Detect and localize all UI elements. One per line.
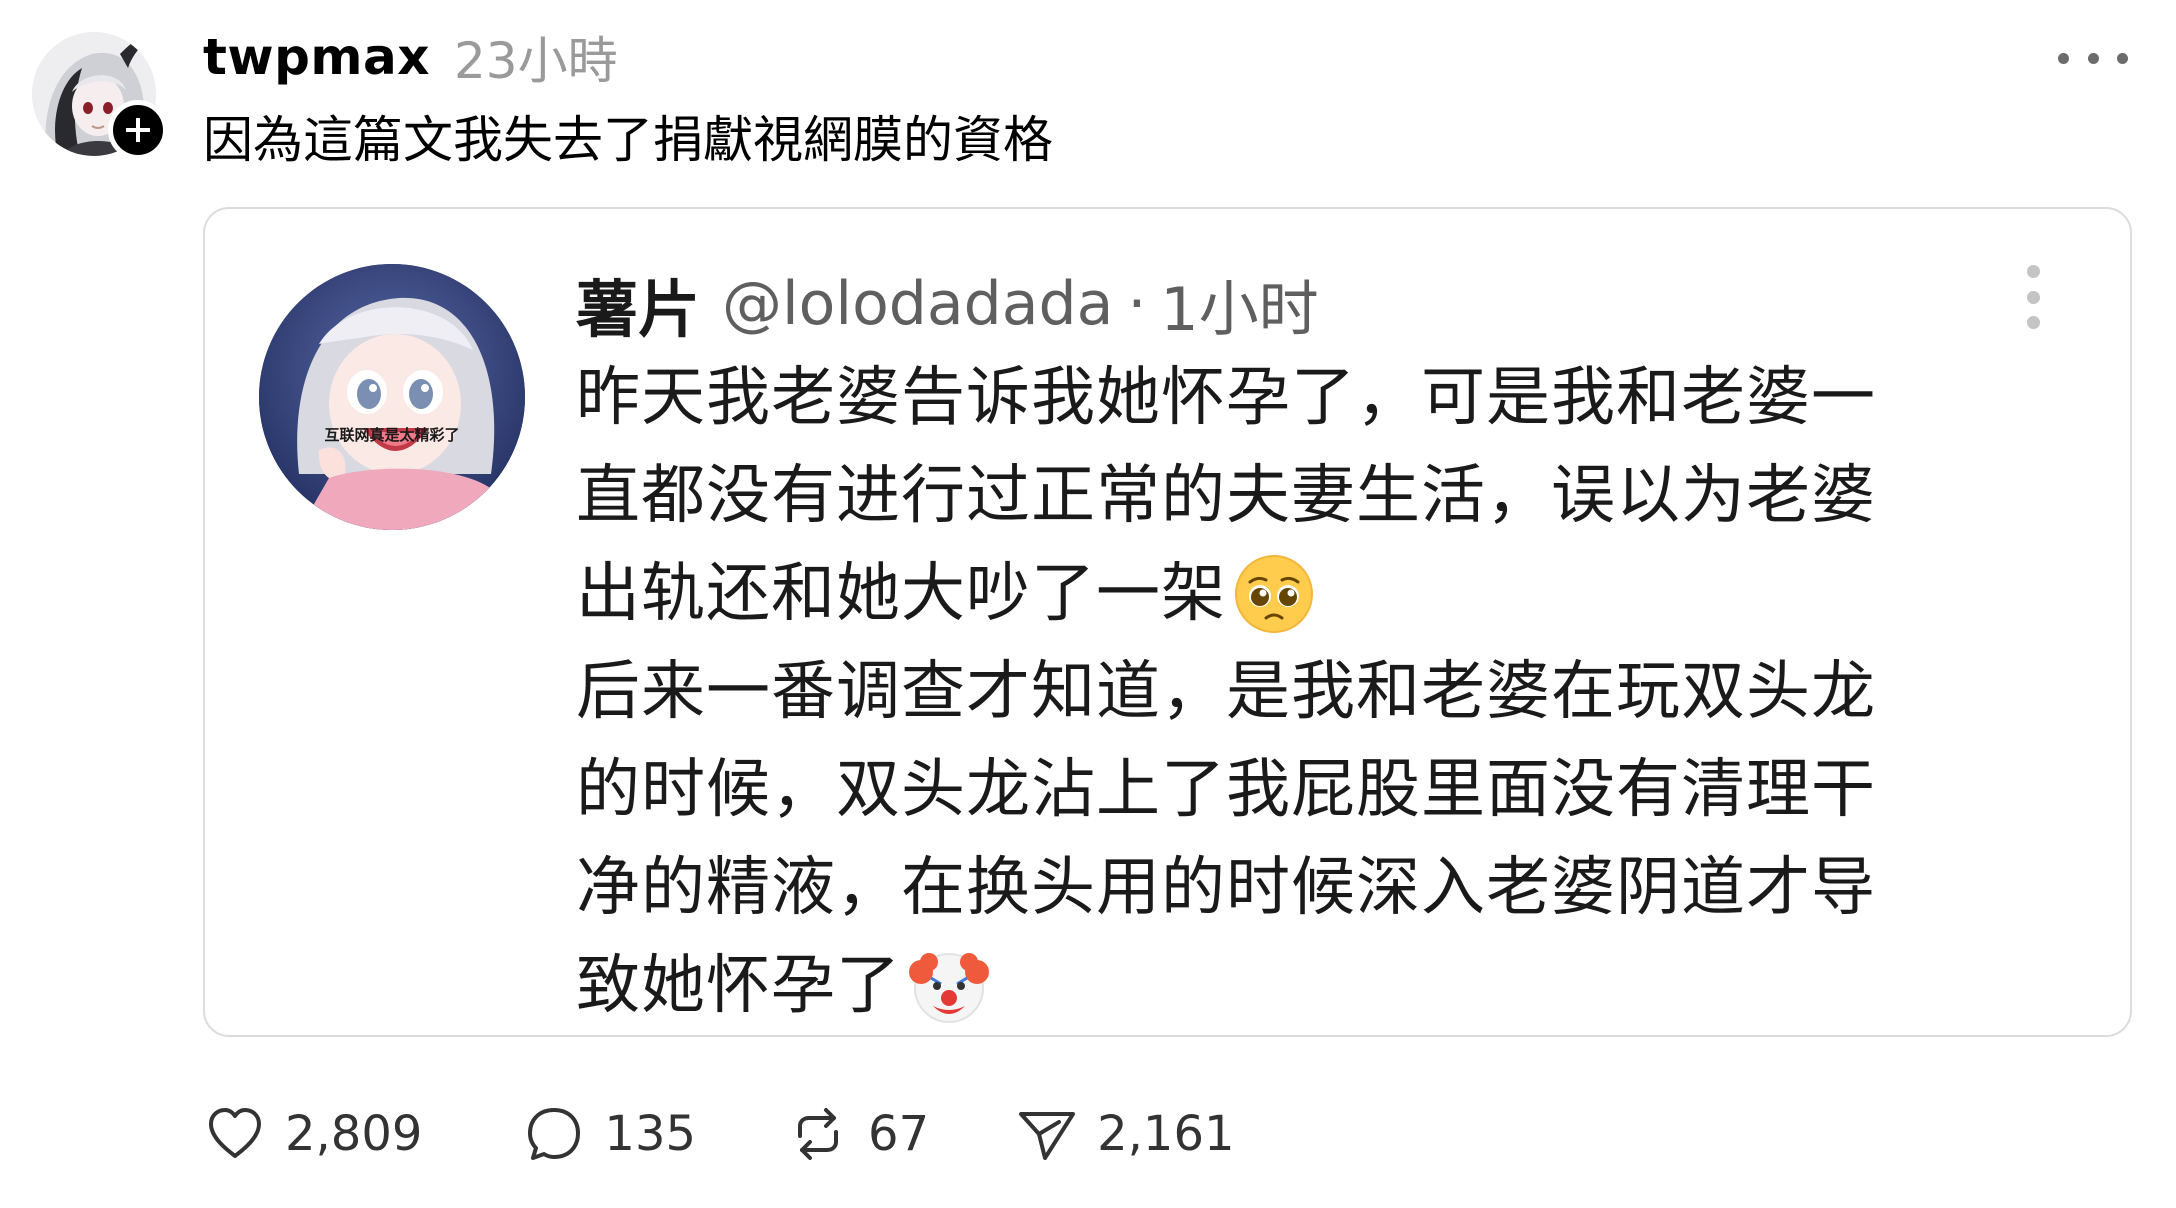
embed-line-with-emoji: 致她怀孕了 <box>576 937 2056 1035</box>
embed-avatar-image: 互联网真是太精彩了 <box>259 264 525 530</box>
speech-bubble-icon <box>528 1108 581 1160</box>
repost-button[interactable]: 67 <box>786 1102 929 1166</box>
vertical-ellipsis-icon-dot <box>2026 290 2040 304</box>
share-button[interactable]: 2,161 <box>1015 1102 1235 1166</box>
post-header: twpmax 23小時 <box>203 22 618 92</box>
plus-icon <box>126 118 150 142</box>
like-count: 2,809 <box>285 1106 423 1162</box>
embed-line: 净的精液，在换头用的时候深入老婆阴道才导 <box>576 851 1876 925</box>
vertical-ellipsis-icon <box>2026 265 2040 278</box>
repost-count: 67 <box>868 1106 930 1162</box>
embed-line-with-emoji: 出轨还和她大吵了一架 <box>576 545 2056 643</box>
follow-button[interactable] <box>108 100 168 160</box>
repost-arrows-icon <box>798 1108 839 1160</box>
reply-button[interactable]: 135 <box>522 1102 696 1166</box>
embed-line: 昨天我老婆告诉我她怀孕了，可是我和老婆一 <box>576 361 1876 435</box>
embed-avatar-caption: 互联网真是太精彩了 <box>324 426 459 444</box>
vertical-ellipsis-icon-dot <box>2026 316 2040 329</box>
embed-line-text: 致她怀孕了 <box>576 949 901 1023</box>
user-avatar-container[interactable] <box>32 32 168 160</box>
ellipsis-icon <box>2058 52 2069 64</box>
pleading-face-emoji <box>1235 555 1313 633</box>
more-options-button[interactable] <box>2058 38 2128 78</box>
share-count: 2,161 <box>1097 1106 1235 1162</box>
embed-line-text: 出轨还和她大吵了一架 <box>576 557 1226 631</box>
embed-separator: · <box>1127 269 1147 339</box>
embed-time: 1小时 <box>1160 274 1319 345</box>
like-button[interactable]: 2,809 <box>203 1102 422 1166</box>
ellipsis-icon-dot <box>2117 52 2128 64</box>
embed-line: 直都没有进行过正常的夫妻生活，误以为老婆 <box>576 459 1876 533</box>
reply-count: 135 <box>604 1106 697 1162</box>
ellipsis-icon-dot <box>2087 52 2099 64</box>
embed-author-handle: @lolodadada <box>722 269 1114 339</box>
embed-author-name: 薯片 <box>576 273 701 346</box>
post-timestamp[interactable]: 23小時 <box>454 21 618 93</box>
embed-more-icon <box>2024 265 2042 329</box>
embed-body: 昨天我老婆告诉我她怀孕了，可是我和老婆一 直都没有进行过正常的夫妻生活，误以为老… <box>576 349 2056 1035</box>
username[interactable]: twpmax <box>203 28 430 86</box>
embed-line: 的时候，双头龙沾上了我屁股里面没有清理干 <box>576 753 1876 827</box>
embed-avatar: 互联网真是太精彩了 <box>259 264 525 530</box>
heart-icon <box>209 1108 261 1158</box>
embed-header: 薯片 @lolodadada · 1小时 <box>576 259 1319 349</box>
clown-face-emoji <box>909 953 989 1023</box>
embed-line: 后来一番调查才知道，是我和老婆在玩双头龙 <box>576 655 1876 729</box>
post-actions: 2,809 135 67 2,161 <box>203 1102 1235 1166</box>
embedded-screenshot[interactable]: 互联网真是太精彩了 薯片 @lolodadada · 1小时 昨天我老婆告诉我她… <box>203 207 2132 1037</box>
paper-plane-icon <box>1019 1112 1076 1160</box>
post-text: 因為這篇文我失去了捐獻視網膜的資格 <box>203 111 1053 169</box>
